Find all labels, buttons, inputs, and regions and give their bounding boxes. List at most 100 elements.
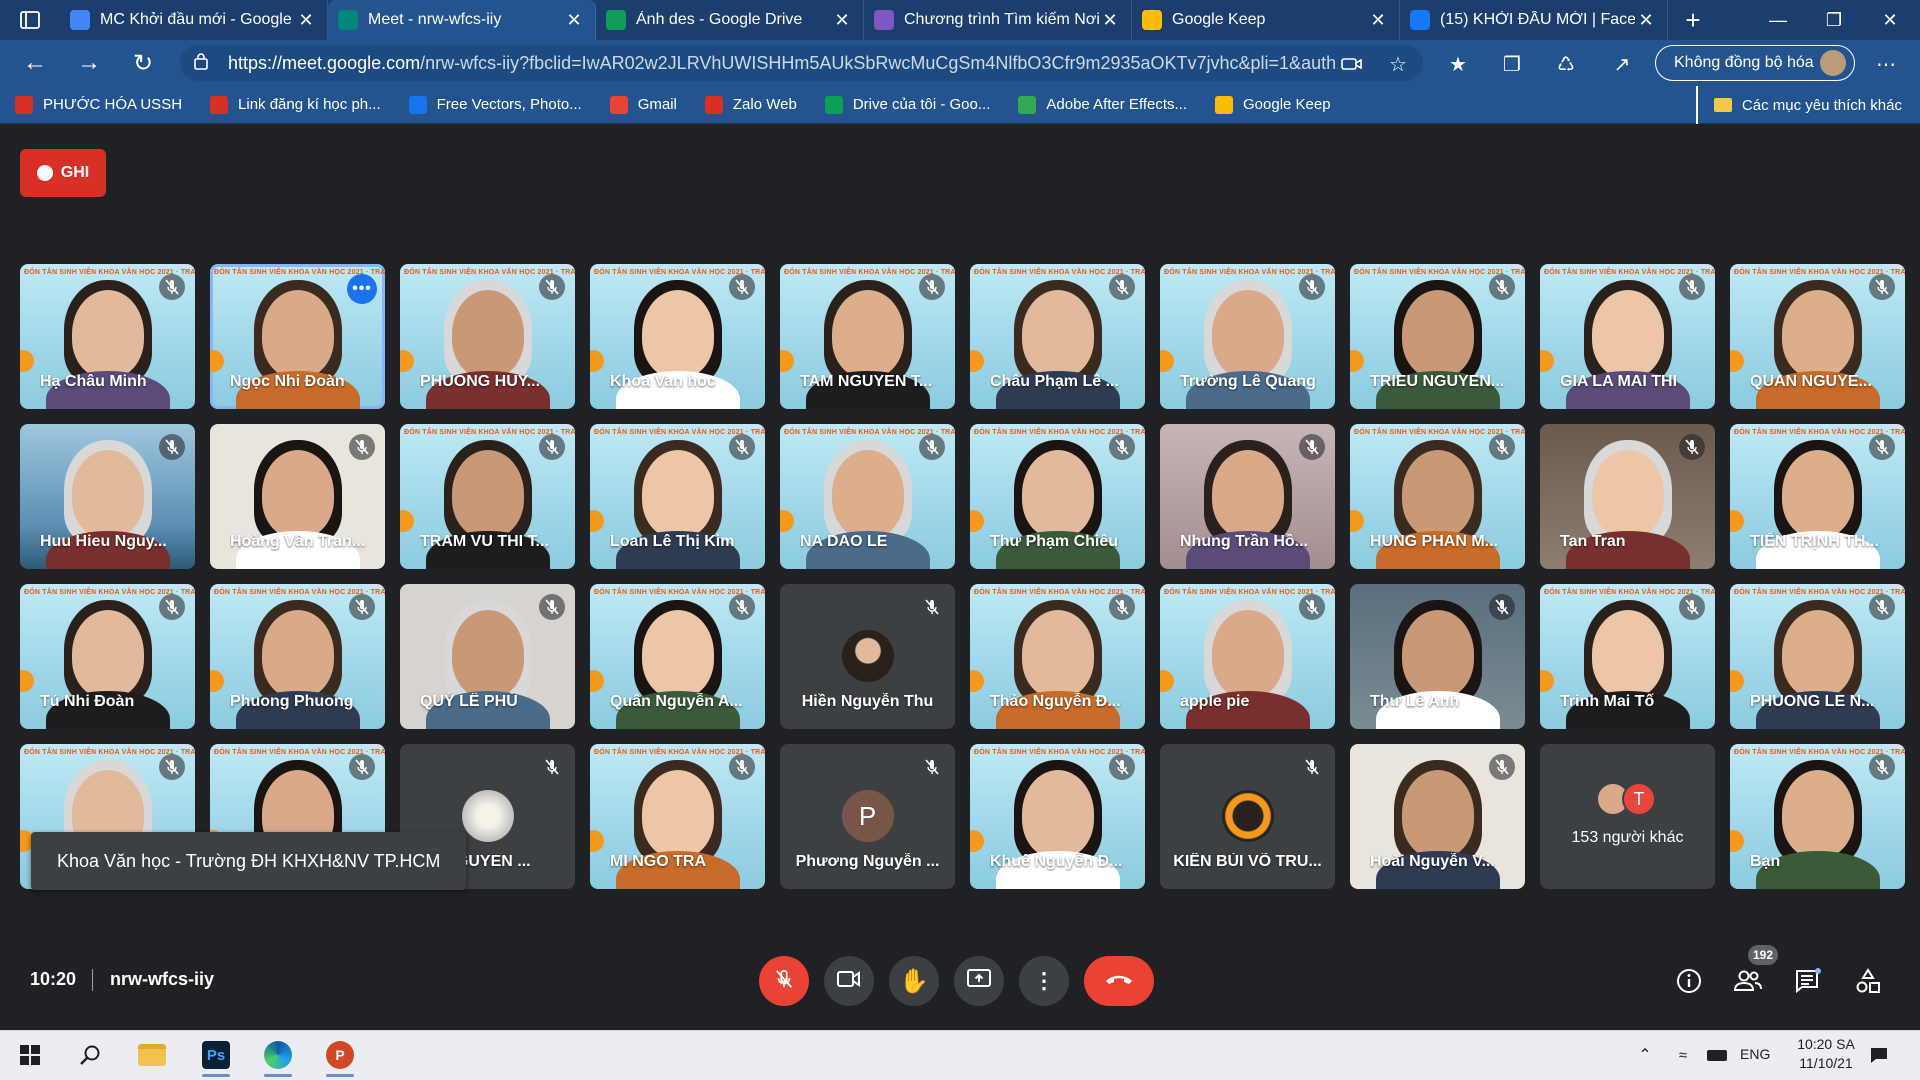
participant-tile[interactable]: ĐÓN TÂN SINH VIÊN KHOA VĂN HỌC 2021 · TR… xyxy=(1540,584,1715,729)
maximize-button[interactable]: ❐ xyxy=(1806,0,1862,40)
mic-muted-icon xyxy=(919,434,945,460)
more-options-button[interactable]: ⋮ xyxy=(1019,956,1069,1006)
participant-tile[interactable]: ĐÓN TÂN SINH VIÊN KHOA VĂN HỌC 2021 · TR… xyxy=(970,424,1145,569)
participant-tile[interactable]: ĐÓN TÂN SINH VIÊN KHOA VĂN HỌC 2021 · TR… xyxy=(970,584,1145,729)
participant-tile[interactable]: ĐÓN TÂN SINH VIÊN KHOA VĂN HỌC 2021 · TR… xyxy=(1350,264,1525,409)
browser-tab[interactable]: Meet - nrw-wfcs-iiy ✕ xyxy=(328,0,596,40)
participant-tile[interactable]: P Phương Nguyễn ... xyxy=(780,744,955,889)
participant-tile[interactable]: ĐÓN TÂN SINH VIÊN KHOA VĂN HỌC 2021 · TR… xyxy=(590,584,765,729)
participant-tile[interactable]: ĐÓN TÂN SINH VIÊN KHOA VĂN HỌC 2021 · TR… xyxy=(780,424,955,569)
forward-button[interactable]: → xyxy=(62,43,116,83)
participant-tile[interactable]: ĐÓN TÂN SINH VIÊN KHOA VĂN HỌC 2021 · TR… xyxy=(20,584,195,729)
url-bar[interactable]: https://meet.google.com/nrw-wfcs-iiy?fbc… xyxy=(180,45,1423,81)
participant-tile[interactable]: ĐÓN TÂN SINH VIÊN KHOA VĂN HỌC 2021 · TR… xyxy=(20,264,195,409)
camera-toggle-button[interactable] xyxy=(824,956,874,1006)
participant-tile[interactable]: ĐÓN TÂN SINH VIÊN KHOA VĂN HỌC 2021 · TR… xyxy=(780,264,955,409)
close-tab-icon[interactable]: ✕ xyxy=(295,10,317,31)
participant-tile[interactable]: ĐÓN TÂN SINH VIÊN KHOA VĂN HỌC 2021 · TR… xyxy=(970,744,1145,889)
participant-tile[interactable]: Hiền Nguyễn Thu xyxy=(780,584,955,729)
participant-tile[interactable]: Huu Hieu Nguy... xyxy=(20,424,195,569)
bookmark-item[interactable]: Drive của tôi - Goo... xyxy=(810,86,1004,124)
network-icon[interactable]: ≈ xyxy=(1668,1033,1698,1077)
participant-tile[interactable]: KIÊN BÙI VÕ TRU... xyxy=(1160,744,1335,889)
participant-tile[interactable]: ĐÓN TÂN SINH VIÊN KHOA VĂN HỌC 2021 · TR… xyxy=(1730,424,1905,569)
search-button[interactable] xyxy=(64,1033,116,1077)
profile-sync-button[interactable]: Không đồng bộ hóa xyxy=(1655,45,1855,81)
meeting-info-button[interactable] xyxy=(1669,961,1709,1001)
bookmark-item[interactable]: Gmail xyxy=(595,86,690,124)
input-language[interactable]: ENG xyxy=(1740,1046,1770,1062)
bookmark-item[interactable]: Link đăng kí học ph... xyxy=(195,86,394,124)
participant-tile[interactable]: ĐÓN TÂN SINH VIÊN KHOA VĂN HỌC 2021 · TR… xyxy=(1730,744,1905,889)
browser-essentials-icon[interactable]: ♺ xyxy=(1550,48,1582,80)
chat-button[interactable] xyxy=(1788,961,1828,1001)
participant-tile[interactable]: Hoài Nguyễn V... xyxy=(1350,744,1525,889)
browser-tab[interactable]: Google Keep ✕ xyxy=(1132,0,1400,40)
participant-tile[interactable]: ĐÓN TÂN SINH VIÊN KHOA VĂN HỌC 2021 · TR… xyxy=(400,424,575,569)
browser-tab[interactable]: MC Khởi đầu mới - Google ✕ xyxy=(60,0,328,40)
bookmark-item[interactable]: Google Keep xyxy=(1200,86,1344,124)
participant-tile[interactable]: Hoàng Vân Tran... xyxy=(210,424,385,569)
taskbar-edge[interactable] xyxy=(252,1033,304,1077)
battery-icon[interactable] xyxy=(1702,1033,1732,1077)
participant-tile[interactable]: ĐÓN TÂN SINH VIÊN KHOA VĂN HỌC 2021 · TR… xyxy=(1730,264,1905,409)
taskbar-powerpoint[interactable]: P xyxy=(314,1033,366,1077)
close-tab-icon[interactable]: ✕ xyxy=(1367,10,1389,31)
close-tab-icon[interactable]: ✕ xyxy=(831,10,853,31)
close-tab-icon[interactable]: ✕ xyxy=(563,10,585,31)
tab-actions-icon[interactable] xyxy=(0,0,60,40)
participant-tile[interactable]: ĐÓN TÂN SINH VIÊN KHOA VĂN HỌC 2021 · TR… xyxy=(590,744,765,889)
bookmark-item[interactable]: Zalo Web xyxy=(690,86,810,124)
close-tab-icon[interactable]: ✕ xyxy=(1635,10,1657,31)
settings-menu-icon[interactable]: ⋯ xyxy=(1870,48,1902,80)
raise-hand-button[interactable]: ✋ xyxy=(889,956,939,1006)
collections-icon[interactable]: ❐ xyxy=(1496,48,1528,80)
people-button[interactable] xyxy=(1728,961,1768,1001)
bookmark-item[interactable]: Free Vectors, Photo... xyxy=(394,86,595,124)
participant-tile[interactable]: ĐÓN TÂN SINH VIÊN KHOA VĂN HỌC 2021 · TR… xyxy=(400,264,575,409)
favorites-icon[interactable]: ★ xyxy=(1442,48,1474,80)
camera-in-use-icon[interactable] xyxy=(1336,48,1368,80)
refresh-button[interactable]: ↻ xyxy=(116,43,170,83)
participant-tile[interactable]: ĐÓN TÂN SINH VIÊN KHOA VĂN HỌC 2021 · TR… xyxy=(210,264,385,409)
bookmark-item[interactable]: PHƯỚC HÓA USSH xyxy=(0,86,195,124)
participant-tile[interactable]: ĐÓN TÂN SINH VIÊN KHOA VĂN HỌC 2021 · TR… xyxy=(1730,584,1905,729)
close-window-button[interactable]: ✕ xyxy=(1862,0,1918,40)
mic-toggle-button[interactable] xyxy=(759,956,809,1006)
start-button[interactable] xyxy=(4,1033,56,1077)
notifications-icon[interactable] xyxy=(1854,1033,1904,1077)
others-tile[interactable]: T 153 người khác xyxy=(1540,744,1715,889)
participant-tile[interactable]: ĐÓN TÂN SINH VIÊN KHOA VĂN HỌC 2021 · TR… xyxy=(1160,584,1335,729)
present-button[interactable] xyxy=(954,956,1004,1006)
participant-tile[interactable]: ĐÓN TÂN SINH VIÊN KHOA VĂN HỌC 2021 · TR… xyxy=(970,264,1145,409)
bookmark-item[interactable]: Adobe After Effects... xyxy=(1003,86,1200,124)
share-icon[interactable]: ↗ xyxy=(1606,48,1638,80)
participant-tile[interactable]: ĐÓN TÂN SINH VIÊN KHOA VĂN HỌC 2021 · TR… xyxy=(1540,264,1715,409)
minimize-button[interactable]: — xyxy=(1750,0,1806,40)
more-options-icon[interactable]: ••• xyxy=(347,274,377,304)
participant-tile[interactable]: ĐÓN TÂN SINH VIÊN KHOA VĂN HỌC 2021 · TR… xyxy=(590,264,765,409)
add-favorite-icon[interactable]: ☆ xyxy=(1382,48,1414,80)
recording-button[interactable]: GHI xyxy=(20,149,106,197)
close-tab-icon[interactable]: ✕ xyxy=(1099,10,1121,31)
new-tab-button[interactable]: + xyxy=(1668,0,1718,40)
participant-tile[interactable]: Tan Tran xyxy=(1540,424,1715,569)
participant-tile[interactable]: ĐÓN TÂN SINH VIÊN KHOA VĂN HỌC 2021 · TR… xyxy=(1160,264,1335,409)
participant-tile[interactable]: Nhung Trần Hồ... xyxy=(1160,424,1335,569)
participant-tile[interactable]: ĐÓN TÂN SINH VIÊN KHOA VĂN HỌC 2021 · TR… xyxy=(1350,424,1525,569)
participant-tile[interactable]: QUÝ LÊ PHÚ xyxy=(400,584,575,729)
participant-tile[interactable]: ĐÓN TÂN SINH VIÊN KHOA VĂN HỌC 2021 · TR… xyxy=(590,424,765,569)
tray-overflow-icon[interactable]: ⌃ xyxy=(1630,1033,1660,1077)
activities-button[interactable] xyxy=(1848,961,1888,1001)
browser-tab[interactable]: Ảnh des - Google Drive ✕ xyxy=(596,0,864,40)
participant-tile[interactable]: ĐÓN TÂN SINH VIÊN KHOA VĂN HỌC 2021 · TR… xyxy=(210,584,385,729)
back-button[interactable]: ← xyxy=(8,43,62,83)
other-favorites-folder[interactable]: Các mục yêu thích khác xyxy=(1695,86,1920,124)
system-clock[interactable]: 10:20 SA 11/10/21 xyxy=(1788,1035,1864,1073)
taskbar-file-explorer[interactable] xyxy=(126,1033,178,1077)
browser-tab[interactable]: (15) KHỞI ĐẦU MỚI | Faceb ✕ xyxy=(1400,0,1668,40)
taskbar-photoshop[interactable]: Ps xyxy=(190,1033,242,1077)
leave-call-button[interactable] xyxy=(1084,956,1154,1006)
participant-tile[interactable]: Thư Lê Anh xyxy=(1350,584,1525,729)
browser-tab[interactable]: Chương trình Tìm kiếm Nơi ✕ xyxy=(864,0,1132,40)
